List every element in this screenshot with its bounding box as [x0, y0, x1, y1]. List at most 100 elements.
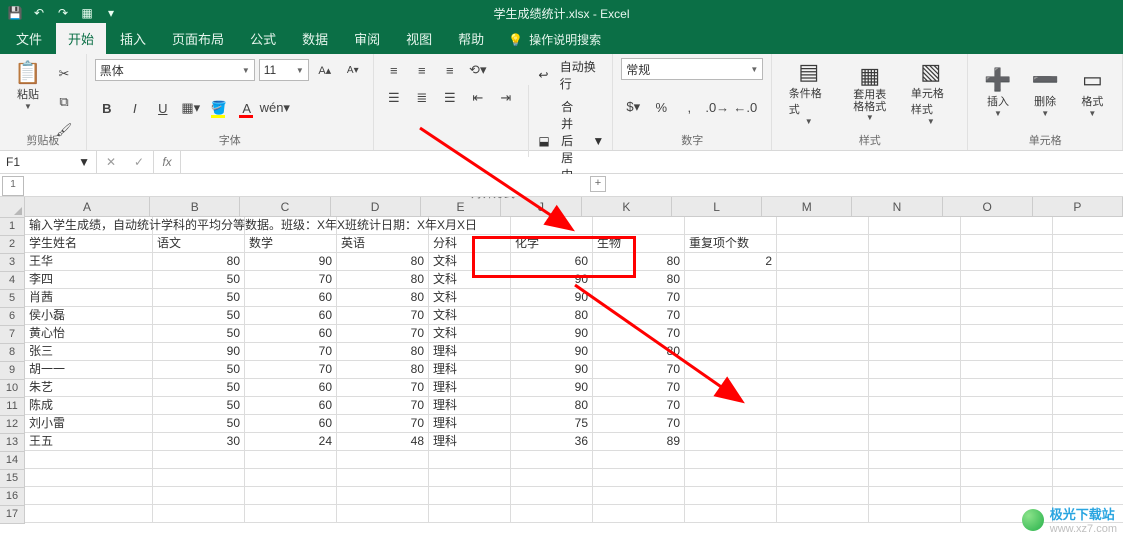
cell-K7[interactable]: 70 [593, 325, 685, 343]
tell-me-search[interactable]: 💡 操作说明搜索 [498, 25, 611, 54]
cell-J2[interactable]: 化学 [511, 235, 593, 253]
fill-color-button[interactable]: 🪣 [207, 96, 231, 120]
column-header-C[interactable]: C [240, 197, 330, 217]
cell-N8[interactable] [869, 343, 961, 361]
cell-D11[interactable]: 70 [337, 397, 429, 415]
cell-A16[interactable] [25, 487, 153, 505]
cell-K4[interactable]: 80 [593, 271, 685, 289]
cell-A17[interactable] [25, 505, 153, 523]
tab-insert[interactable]: 插入 [108, 23, 158, 54]
align-right-icon[interactable]: ☰ [438, 86, 462, 110]
cell-K5[interactable]: 70 [593, 289, 685, 307]
cell-E7[interactable]: 文科 [429, 325, 511, 343]
cell-D17[interactable] [337, 505, 429, 523]
cell-C10[interactable]: 60 [245, 379, 337, 397]
cell-M4[interactable] [777, 271, 869, 289]
tab-review[interactable]: 审阅 [342, 23, 392, 54]
cell-A9[interactable]: 胡一一 [25, 361, 153, 379]
border-button[interactable]: ▦▾ [179, 96, 203, 120]
phonetic-button[interactable]: wén▾ [263, 96, 287, 120]
column-header-P[interactable]: P [1033, 197, 1123, 217]
cell-O10[interactable] [961, 379, 1053, 397]
row-header-1[interactable]: 1 [0, 218, 25, 236]
cell-B11[interactable]: 50 [153, 397, 245, 415]
row-header-13[interactable]: 13 [0, 434, 25, 452]
cell-P16[interactable] [1053, 487, 1123, 505]
cell-B12[interactable]: 50 [153, 415, 245, 433]
cell-N10[interactable] [869, 379, 961, 397]
cell-O13[interactable] [961, 433, 1053, 451]
cell-E2[interactable]: 分科 [429, 235, 511, 253]
font-name-combo[interactable]: 黑体▼ [95, 59, 255, 81]
cell-K3[interactable]: 80 [593, 253, 685, 271]
cell-M17[interactable] [777, 505, 869, 523]
cell-M13[interactable] [777, 433, 869, 451]
cell-J7[interactable]: 90 [511, 325, 593, 343]
cell-N16[interactable] [869, 487, 961, 505]
cell-N9[interactable] [869, 361, 961, 379]
cell-J15[interactable] [511, 469, 593, 487]
italic-button[interactable]: I [123, 96, 147, 120]
cell-O16[interactable] [961, 487, 1053, 505]
touch-mode-icon[interactable]: ▦ [78, 4, 96, 22]
outline-level-1[interactable]: 1 [2, 176, 24, 196]
cell-P14[interactable] [1053, 451, 1123, 469]
cell-K14[interactable] [593, 451, 685, 469]
cell-A12[interactable]: 刘小雷 [25, 415, 153, 433]
cell-J10[interactable]: 90 [511, 379, 593, 397]
cell-B13[interactable]: 30 [153, 433, 245, 451]
cell-P4[interactable] [1053, 271, 1123, 289]
cell-M15[interactable] [777, 469, 869, 487]
cell-K6[interactable]: 70 [593, 307, 685, 325]
cell-D5[interactable]: 80 [337, 289, 429, 307]
cell-E16[interactable] [429, 487, 511, 505]
cell-B6[interactable]: 50 [153, 307, 245, 325]
font-color-button[interactable]: A [235, 96, 259, 120]
decrease-indent-icon[interactable]: ⇤ [466, 86, 490, 110]
cell-P9[interactable] [1053, 361, 1123, 379]
cell-C2[interactable]: 数学 [245, 235, 337, 253]
cell-N6[interactable] [869, 307, 961, 325]
cell-L11[interactable] [685, 397, 777, 415]
cell-A13[interactable]: 王五 [25, 433, 153, 451]
increase-indent-icon[interactable]: ⇥ [494, 86, 518, 110]
cell-O9[interactable] [961, 361, 1053, 379]
cell-O2[interactable] [961, 235, 1053, 253]
cell-O3[interactable] [961, 253, 1053, 271]
paste-button[interactable]: 📋 粘贴 ▼ [8, 58, 48, 111]
decrease-font-icon[interactable]: A▾ [341, 58, 365, 82]
row-header-16[interactable]: 16 [0, 488, 25, 506]
cut-icon[interactable]: ✂ [52, 62, 76, 86]
cell-K10[interactable]: 70 [593, 379, 685, 397]
cell-C9[interactable]: 70 [245, 361, 337, 379]
cell-D2[interactable]: 英语 [337, 235, 429, 253]
cell-E14[interactable] [429, 451, 511, 469]
cell-M16[interactable] [777, 487, 869, 505]
row-header-7[interactable]: 7 [0, 326, 25, 344]
bold-button[interactable]: B [95, 96, 119, 120]
cell-E3[interactable]: 文科 [429, 253, 511, 271]
cell-E4[interactable]: 文科 [429, 271, 511, 289]
cancel-formula-icon[interactable]: ✕ [97, 155, 125, 169]
cell-E11[interactable]: 理科 [429, 397, 511, 415]
cell-P8[interactable] [1053, 343, 1123, 361]
cell-A10[interactable]: 朱艺 [25, 379, 153, 397]
cell-D6[interactable]: 70 [337, 307, 429, 325]
copy-icon[interactable]: ⧉ [52, 90, 76, 114]
cell-A3[interactable]: 王华 [25, 253, 153, 271]
cell-M9[interactable] [777, 361, 869, 379]
cell-M14[interactable] [777, 451, 869, 469]
cell-P13[interactable] [1053, 433, 1123, 451]
row-header-12[interactable]: 12 [0, 416, 25, 434]
cell-A1[interactable]: 输入学生成绩，自动统计学科的平均分等数据。班级：X年X班统计日期：X年X月X日 [25, 217, 153, 235]
cell-K15[interactable] [593, 469, 685, 487]
cell-L6[interactable] [685, 307, 777, 325]
cell-C17[interactable] [245, 505, 337, 523]
cell-D8[interactable]: 80 [337, 343, 429, 361]
cell-D10[interactable]: 70 [337, 379, 429, 397]
cell-M11[interactable] [777, 397, 869, 415]
cell-L15[interactable] [685, 469, 777, 487]
align-middle-icon[interactable]: ≡ [410, 58, 434, 82]
cell-B5[interactable]: 50 [153, 289, 245, 307]
cell-N14[interactable] [869, 451, 961, 469]
